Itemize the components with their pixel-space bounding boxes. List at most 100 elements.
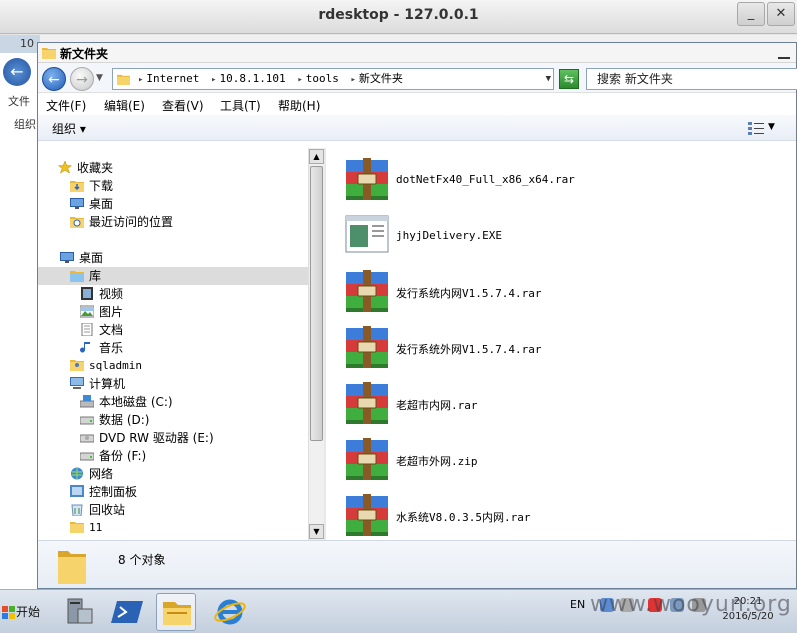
winrar-icon: [346, 382, 388, 424]
navigation-pane: 收藏夹 下载 桌面 最近访问的位置 桌面 库 视频 图片 文档 音乐 sqlad…: [38, 148, 324, 540]
breadcrumb-internet[interactable]: Internet: [146, 72, 199, 85]
menu-bar: 文件(F) 编辑(E) 查看(V) 工具(T) 帮助(H): [38, 93, 796, 115]
search-input[interactable]: 搜索 新文件夹: [586, 68, 797, 90]
search-placeholder: 搜索 新文件夹: [597, 72, 673, 86]
server-manager-taskbar-button[interactable]: [60, 593, 100, 631]
scroll-up-icon[interactable]: ▲: [309, 149, 324, 164]
file-item[interactable]: jhyjDelivery.EXE: [344, 212, 784, 260]
powershell-taskbar-button[interactable]: [108, 593, 148, 631]
recycle-bin-icon: [71, 504, 83, 516]
window-minimize-button[interactable]: [778, 47, 790, 59]
rdesktop-minimize-button[interactable]: _: [737, 2, 765, 26]
tree-recent-places[interactable]: 最近访问的位置: [70, 213, 173, 231]
back-button[interactable]: ←: [42, 67, 66, 91]
window-title: 新文件夹: [60, 47, 109, 61]
file-item[interactable]: 发行系统内网V1.5.7.4.rar: [344, 268, 784, 316]
folder-icon: [70, 522, 84, 533]
breadcrumb-host[interactable]: 10.8.1.101: [219, 72, 285, 85]
file-name: dotNetFx40_Full_x86_x64.rar: [396, 173, 575, 186]
tree-disk-c[interactable]: 本地磁盘 (C:): [80, 393, 173, 411]
video-library-icon: [81, 287, 93, 300]
tree-library[interactable]: 库: [38, 267, 308, 285]
tree-documents[interactable]: 文档: [80, 321, 123, 339]
menu-tools[interactable]: 工具(T): [220, 97, 261, 114]
user-folder-icon: [70, 360, 84, 371]
background-window-titlebar: 10: [0, 35, 40, 53]
desktop-icon: [70, 198, 84, 209]
powershell-icon: [111, 601, 143, 623]
breadcrumb-arrow-icon[interactable]: ▸: [138, 75, 143, 85]
picture-library-icon: [80, 305, 94, 318]
change-view-icon[interactable]: [748, 121, 764, 135]
navigation-scrollbar[interactable]: ▲ ▼: [308, 148, 324, 540]
tree-downloads[interactable]: 下载: [70, 177, 113, 195]
winrar-icon: [346, 158, 388, 200]
disk-icon: [80, 452, 94, 461]
start-button[interactable]: 开始: [0, 596, 46, 628]
close-icon: ✕: [775, 6, 787, 21]
dvd-drive-icon: [80, 434, 94, 443]
tree-folder-11[interactable]: 11: [70, 519, 102, 537]
control-panel-icon: [70, 485, 84, 497]
scroll-down-icon[interactable]: ▼: [309, 524, 324, 539]
scrollbar-thumb[interactable]: [310, 166, 323, 441]
explorer-titlebar[interactable]: 新文件夹: [38, 43, 796, 63]
rdesktop-title: rdesktop - 127.0.0.1: [318, 7, 479, 23]
explorer-taskbar-button[interactable]: [156, 593, 196, 631]
view-dropdown-icon[interactable]: ▼: [768, 122, 775, 132]
folder-icon: [117, 74, 130, 85]
file-item[interactable]: 老超市内网.rar: [344, 380, 784, 428]
rdesktop-close-button[interactable]: ✕: [767, 2, 795, 26]
file-item[interactable]: dotNetFx40_Full_x86_x64.rar: [344, 156, 784, 204]
forward-arrow-icon: →: [76, 72, 88, 88]
breadcrumb-arrow-icon[interactable]: ▸: [211, 75, 216, 85]
breadcrumb-arrow-icon[interactable]: ▸: [350, 75, 355, 85]
tree-sqladmin[interactable]: sqladmin: [70, 357, 142, 375]
tree-network[interactable]: 网络: [70, 465, 113, 483]
document-library-icon: [81, 323, 93, 336]
winrar-icon: [346, 438, 388, 480]
file-item[interactable]: 水系统V8.0.3.5内网.rar: [344, 492, 784, 540]
tree-desktop[interactable]: 桌面: [60, 249, 103, 267]
breadcrumb-arrow-icon[interactable]: ▸: [297, 75, 302, 85]
address-dropdown-icon[interactable]: ▼: [546, 69, 551, 89]
refresh-button[interactable]: ⇆: [559, 69, 579, 89]
ie-taskbar-button[interactable]: [210, 593, 250, 631]
menu-file[interactable]: 文件(F): [46, 97, 86, 114]
breadcrumb-tools[interactable]: tools: [306, 72, 339, 85]
tree-videos[interactable]: 视频: [80, 285, 123, 303]
background-toolbar-fragment: 组织: [14, 118, 36, 131]
taskbar: 开始 EN 20:21 2016/5/20 www.wooyun.org: [0, 589, 797, 633]
exe-icon: [345, 215, 389, 253]
file-item[interactable]: 发行系统外网V1.5.7.4.rar: [344, 324, 784, 372]
server-manager-icon: [67, 598, 93, 624]
rdesktop-titlebar: rdesktop - 127.0.0.1 _ ✕: [0, 0, 797, 34]
back-arrow-icon: ←: [48, 72, 60, 88]
tree-dvd[interactable]: DVD RW 驱动器 (E:): [80, 429, 214, 447]
language-indicator[interactable]: EN: [570, 598, 585, 611]
menu-edit[interactable]: 编辑(E): [104, 97, 145, 114]
menu-view[interactable]: 查看(V): [162, 97, 204, 114]
forward-button[interactable]: →: [70, 67, 94, 91]
address-bar[interactable]: ▸ Internet ▸ 10.8.1.101 ▸ tools ▸ 新文件夹 ▼: [112, 68, 554, 90]
breadcrumb-current[interactable]: 新文件夹: [359, 72, 403, 85]
tree-recycle-bin[interactable]: 回收站: [70, 501, 125, 519]
internet-explorer-icon: [214, 599, 246, 625]
tree-control-panel[interactable]: 控制面板: [70, 483, 137, 501]
tree-disk-d[interactable]: 数据 (D:): [80, 411, 149, 429]
winrar-icon: [346, 270, 388, 312]
winrar-icon: [346, 494, 388, 536]
desktop-icon: [60, 252, 74, 263]
tree-pictures[interactable]: 图片: [80, 303, 123, 321]
organize-button[interactable]: 组织 ▾: [52, 120, 86, 137]
file-item[interactable]: 老超市外网.zip: [344, 436, 784, 484]
tree-computer[interactable]: 计算机: [70, 375, 125, 393]
network-icon: [71, 467, 83, 480]
tree-favorites[interactable]: 收藏夹: [58, 159, 113, 177]
file-name: 老超市外网.zip: [396, 455, 478, 468]
menu-help[interactable]: 帮助(H): [278, 97, 320, 114]
tree-desktop-favorite[interactable]: 桌面: [70, 195, 113, 213]
recent-pages-dropdown[interactable]: ▼: [96, 73, 103, 83]
tree-music[interactable]: 音乐: [80, 339, 123, 357]
tree-disk-f[interactable]: 备份 (F:): [80, 447, 146, 465]
